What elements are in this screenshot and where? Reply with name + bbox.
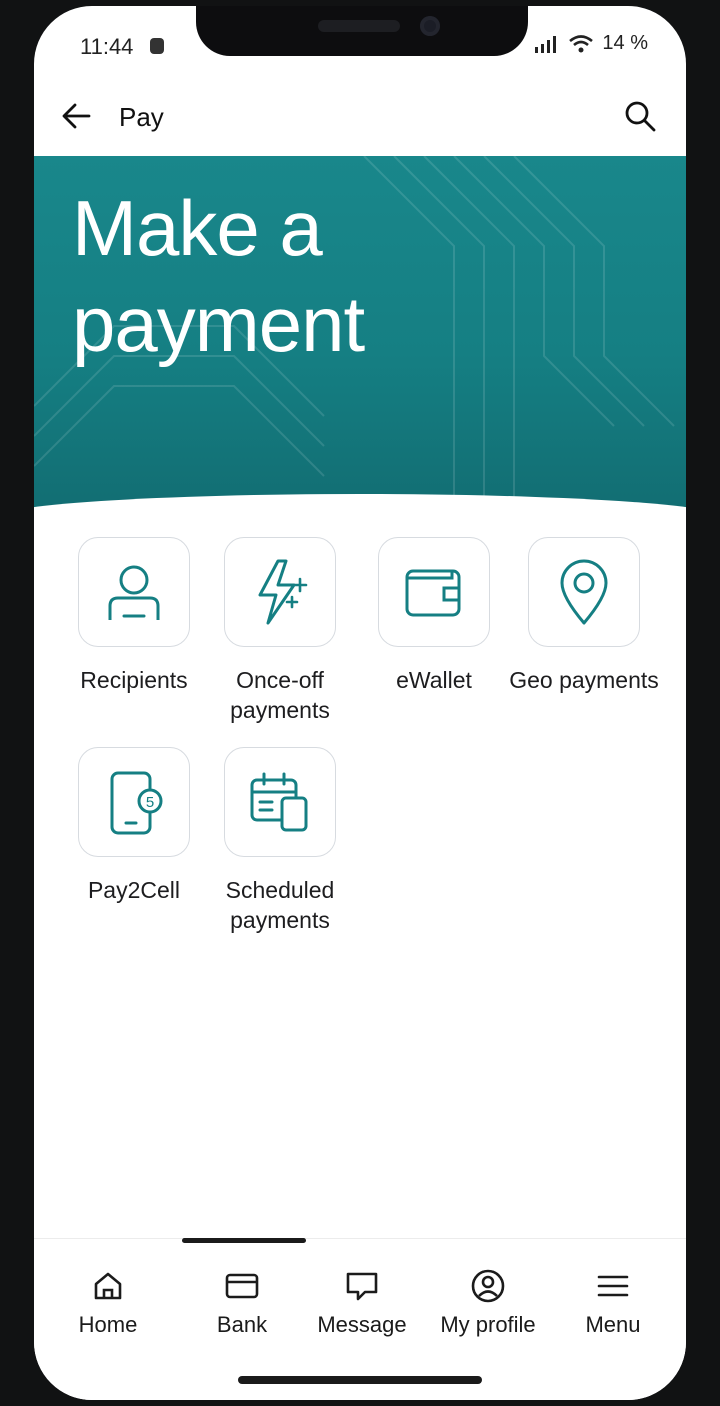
tile-once-off-payments[interactable]: Once-off payments [205, 537, 355, 725]
tile-label: Scheduled payments [225, 877, 335, 933]
profile-icon [471, 1269, 505, 1303]
nav-item-menu[interactable]: Menu [551, 1268, 675, 1338]
tile-geo-payments[interactable]: Geo payments [509, 537, 659, 695]
status-indicators: 14 % [534, 32, 648, 55]
tile-box [78, 537, 190, 647]
page-title: Pay [119, 102, 164, 132]
nav-label: Bank [216, 1312, 268, 1337]
status-notification-icon [150, 38, 164, 54]
back-button[interactable] [56, 96, 96, 136]
tile-box [224, 747, 336, 857]
chat-icon [346, 1272, 378, 1301]
signal-icon [535, 35, 557, 53]
battery-percentage: 14 % [602, 32, 648, 54]
search-icon [625, 101, 656, 132]
tile-recipients[interactable]: Recipients [59, 537, 209, 695]
nav-item-my-profile[interactable]: My profile [426, 1268, 550, 1338]
hero-banner: Make a payment [34, 156, 686, 516]
nav-item-home[interactable]: Home [46, 1268, 170, 1338]
tile-scheduled-payments[interactable]: Scheduled payments [205, 747, 355, 935]
tile-box [528, 537, 640, 647]
search-button[interactable] [620, 96, 660, 136]
card-icon [225, 1273, 259, 1299]
tile-label: eWallet [396, 667, 472, 693]
nav-active-indicator [182, 1238, 306, 1243]
nav-label: My profile [440, 1312, 536, 1337]
nav-label: Message [317, 1312, 407, 1337]
lightning-sparkle-icon [258, 559, 308, 625]
status-time: 11:44 [80, 34, 134, 59]
wallet-icon [405, 569, 461, 617]
tile-label: Recipients [80, 667, 188, 693]
screen: 11:44 14 % Pay Make a payment Recipients… [34, 6, 686, 1400]
tile-label: Once-off payments [230, 667, 330, 723]
nav-label: Menu [585, 1312, 641, 1337]
hero-title: Make a payment [72, 184, 365, 368]
phone-coin-icon: 5 [110, 771, 163, 835]
nav-item-bank[interactable]: Bank [180, 1268, 304, 1338]
notch [196, 6, 528, 56]
tile-label: Geo payments [509, 667, 659, 693]
location-pin-icon [560, 559, 608, 625]
tile-box: 5 [78, 747, 190, 857]
nav-label: Home [78, 1312, 138, 1337]
person-icon [108, 565, 160, 620]
tile-label: Pay2Cell [87, 877, 181, 903]
tile-box [224, 537, 336, 647]
svg-text:5: 5 [146, 794, 154, 811]
tile-box [378, 537, 490, 647]
calendar-phone-icon [250, 772, 308, 832]
nav-item-message[interactable]: Message [300, 1268, 424, 1338]
menu-icon [597, 1275, 629, 1297]
arrow-left-icon [62, 103, 91, 129]
app-bar: Pay [34, 82, 686, 156]
home-indicator [238, 1376, 482, 1384]
home-icon [94, 1272, 122, 1300]
camera [420, 16, 440, 36]
wifi-icon [569, 34, 594, 52]
tile-pay2cell[interactable]: 5 Pay2Cell [59, 747, 209, 905]
tile-ewallet[interactable]: eWallet [359, 537, 509, 695]
speaker [318, 20, 400, 32]
